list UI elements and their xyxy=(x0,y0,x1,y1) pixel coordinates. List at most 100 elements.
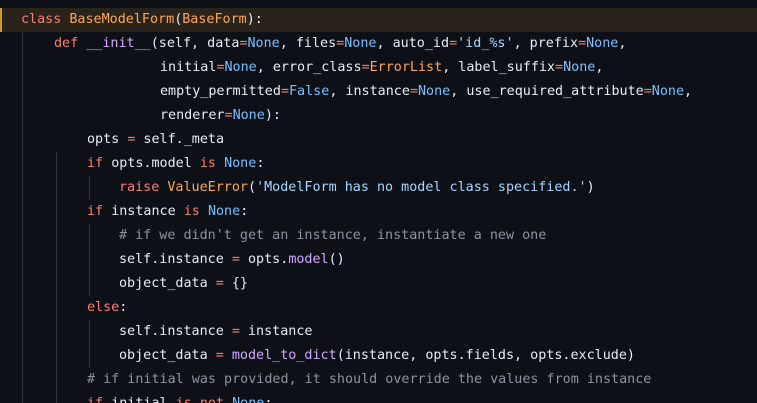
code-token: , xyxy=(618,36,627,51)
code-line[interactable]: opts = self._meta xyxy=(87,128,224,152)
code-token: object_data xyxy=(119,276,216,291)
code-token: self._meta xyxy=(135,132,225,147)
code-token: model xyxy=(288,252,329,267)
code-token: (instance, opts.fields, opts.exclude) xyxy=(336,348,635,363)
code-token: None xyxy=(586,36,619,51)
code-token: , auto_id xyxy=(376,36,450,51)
indent-guide xyxy=(22,32,23,403)
code-token: = xyxy=(215,276,224,291)
code-token: if xyxy=(87,396,111,403)
code-token: = xyxy=(215,348,224,363)
code-token: None xyxy=(651,84,685,99)
code-line-current[interactable]: class BaseModelForm(BaseForm): xyxy=(0,8,757,32)
code-token: = xyxy=(224,108,233,123)
code-token: is xyxy=(199,156,225,171)
code-token: BaseModelForm xyxy=(69,12,175,27)
code-token: = xyxy=(555,60,564,75)
code-token: None xyxy=(232,108,265,123)
code-token: = xyxy=(449,36,458,51)
code-token: : xyxy=(256,156,265,171)
code-token: # if we didn't get an instance, instanti… xyxy=(119,228,547,243)
code-token: 'id_%s' xyxy=(457,36,514,51)
code-token: None xyxy=(232,396,264,403)
code-token: , xyxy=(684,84,693,99)
code-token: , xyxy=(595,60,604,75)
code-token: 'ModelForm has no model class specified.… xyxy=(256,180,587,195)
code-token: : xyxy=(119,300,128,315)
code-line[interactable]: renderer=None): xyxy=(160,104,281,128)
indent-guide xyxy=(89,176,90,200)
code-line[interactable]: # if initial was provided, it should ove… xyxy=(87,368,651,392)
indent-guide xyxy=(89,320,90,368)
code-line[interactable]: empty_permitted=False, instance=None, us… xyxy=(160,80,692,104)
code-line[interactable]: def __init__(self, data=None, files=None… xyxy=(54,32,626,56)
code-line[interactable]: if instance is None: xyxy=(87,200,248,224)
code-token: initial xyxy=(160,60,217,75)
code-line[interactable]: raise ValueError('ModelForm has no model… xyxy=(119,176,595,200)
code-token: , error_class xyxy=(256,60,362,75)
code-token: initial xyxy=(111,396,176,403)
code-line[interactable]: # if we didn't get an instance, instanti… xyxy=(119,224,546,248)
code-token: instance xyxy=(111,204,184,219)
code-token: opts.model xyxy=(111,156,200,171)
code-token: BaseForm xyxy=(182,12,247,27)
code-token: ValueError xyxy=(167,180,248,195)
code-token: , instance xyxy=(329,84,410,99)
code-token: ) xyxy=(586,180,595,195)
code-token: self.instance xyxy=(119,252,232,267)
code-token: ): xyxy=(246,12,263,27)
code-token: ErrorList xyxy=(369,60,443,75)
code-token: if xyxy=(87,156,112,171)
code-token: = xyxy=(231,324,240,339)
code-token: = xyxy=(361,60,370,75)
code-token: , prefix xyxy=(513,36,579,51)
indent-guide xyxy=(56,152,57,403)
code-line[interactable]: self.instance = opts.model() xyxy=(119,248,345,272)
code-line[interactable]: object_data = model_to_dict(instance, op… xyxy=(119,344,635,368)
code-token: opts xyxy=(87,132,128,147)
code-token: class xyxy=(21,12,70,27)
code-token: # if initial was provided, it should ove… xyxy=(87,372,652,387)
code-token: = xyxy=(578,36,587,51)
code-token: None xyxy=(418,84,451,99)
code-token: None xyxy=(224,60,257,75)
code-token: is not xyxy=(176,396,232,403)
code-token: , use_required_attribute xyxy=(450,84,644,99)
code-token: def xyxy=(54,36,87,51)
code-token: = xyxy=(231,252,240,267)
code-token: : xyxy=(240,204,249,219)
code-token: = xyxy=(239,36,248,51)
code-token: instance xyxy=(239,324,313,339)
code-line[interactable]: initial=None, error_class=ErrorList, lab… xyxy=(160,56,603,80)
code-editor[interactable]: class BaseModelForm(BaseForm): def __ini… xyxy=(0,0,757,403)
code-line[interactable]: else: xyxy=(87,296,127,320)
code-line[interactable]: if initial is not None: xyxy=(87,392,272,403)
code-token: opts. xyxy=(239,252,289,267)
code-token: else xyxy=(87,300,120,315)
code-token: __init__ xyxy=(86,36,151,51)
code-token: None xyxy=(563,60,596,75)
code-line[interactable]: object_data = {} xyxy=(119,272,248,296)
code-token: None xyxy=(344,36,377,51)
code-token: raise xyxy=(119,180,168,195)
code-token: None xyxy=(207,204,241,219)
code-token: if xyxy=(87,204,112,219)
code-token: ( xyxy=(248,180,257,195)
code-token: None xyxy=(247,36,280,51)
code-token: self.instance xyxy=(119,324,232,339)
code-token: , files xyxy=(279,36,337,51)
code-token: model_to_dict xyxy=(231,348,337,363)
code-token: renderer xyxy=(160,108,225,123)
code-token: = xyxy=(280,84,289,99)
code-token: = xyxy=(409,84,418,99)
code-token: False xyxy=(289,84,330,99)
code-line[interactable]: self.instance = instance xyxy=(119,320,313,344)
code-token: = xyxy=(216,60,225,75)
code-token: object_data xyxy=(119,348,216,363)
code-token: () xyxy=(328,252,345,267)
code-token: ): xyxy=(264,108,281,123)
code-token: is xyxy=(183,204,208,219)
code-line[interactable]: if opts.model is None: xyxy=(87,152,264,176)
code-token: = xyxy=(643,84,652,99)
